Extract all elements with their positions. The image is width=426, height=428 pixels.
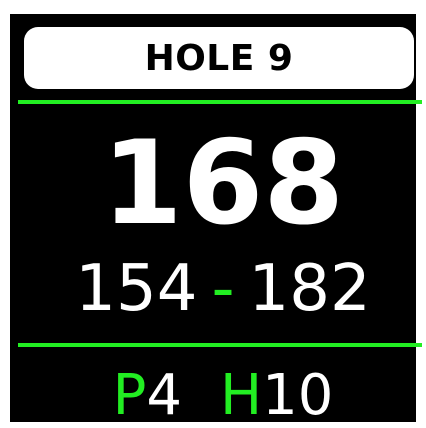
handicap-label: H [220,363,263,428]
top-divider [18,100,422,104]
hole-banner: HOLE 9 [24,27,414,89]
center-distance: 168 [101,116,345,251]
range-separator: - [211,252,235,326]
hole-info-row: P4 H10 [10,366,426,426]
par-label: P [112,363,147,428]
distance-range: 154-182 [10,254,426,324]
golf-gps-screen: HOLE 9 168 154-182 P4 H10 [10,14,422,426]
front-distance: 154 [75,252,198,326]
back-distance: 182 [248,252,371,326]
bottom-divider [18,343,422,347]
handicap-value: 10 [262,363,334,428]
par-value: 4 [146,363,183,428]
hole-title: HOLE 9 [144,37,294,79]
